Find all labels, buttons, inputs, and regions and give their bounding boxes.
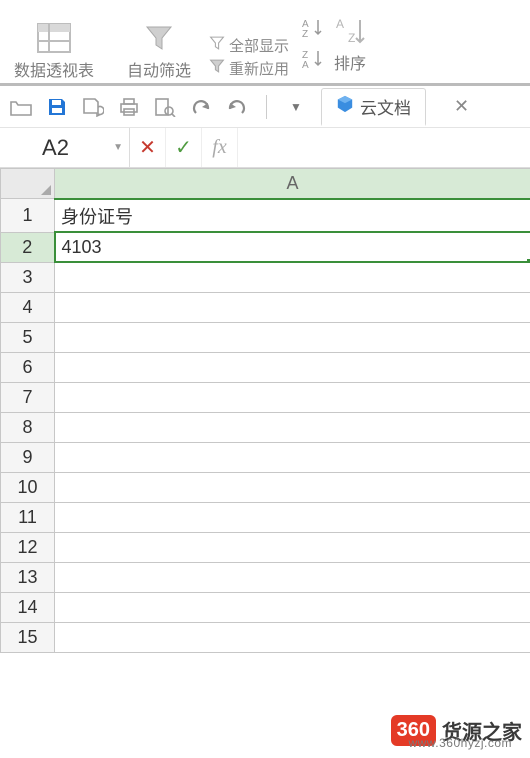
formula-input[interactable] bbox=[238, 128, 530, 167]
fx-label: fx bbox=[212, 136, 226, 159]
row-header[interactable]: 12 bbox=[1, 532, 55, 562]
cell[interactable] bbox=[55, 292, 530, 322]
cloud-doc-label: 云文档 bbox=[360, 94, 411, 119]
table-row: 5 bbox=[1, 322, 530, 352]
table-row: 11 bbox=[1, 502, 530, 532]
cell[interactable] bbox=[55, 502, 530, 532]
pivot-table-label: 数据透视表 bbox=[14, 57, 94, 81]
sort-icon: AZ bbox=[335, 16, 365, 46]
insert-function-button[interactable]: fx bbox=[202, 128, 238, 167]
formula-cancel-button[interactable]: ✕ bbox=[130, 128, 166, 167]
cell[interactable] bbox=[55, 472, 530, 502]
table-row: 8 bbox=[1, 412, 530, 442]
select-all-corner[interactable] bbox=[1, 169, 55, 199]
table-row: 2 4103 bbox=[1, 232, 530, 262]
cell[interactable] bbox=[55, 562, 530, 592]
cell[interactable] bbox=[55, 442, 530, 472]
show-all-label: 全部显示 bbox=[229, 35, 289, 56]
formula-bar-row: A2 ▼ ✕ ✓ fx bbox=[0, 128, 530, 168]
chevron-down-icon[interactable]: ▼ bbox=[113, 142, 123, 153]
row-header[interactable]: 4 bbox=[1, 292, 55, 322]
cell[interactable] bbox=[55, 322, 530, 352]
row-header[interactable]: 6 bbox=[1, 352, 55, 382]
cell[interactable] bbox=[55, 532, 530, 562]
row-header[interactable]: 2 bbox=[1, 232, 55, 262]
pivot-table-icon bbox=[37, 23, 71, 53]
row-header[interactable]: 9 bbox=[1, 442, 55, 472]
column-header-A[interactable]: A bbox=[55, 169, 530, 199]
sort-asc-button[interactable]: AZ bbox=[302, 17, 324, 42]
funnel-refresh-icon bbox=[209, 58, 225, 79]
cloud-doc-tab[interactable]: 云文档 bbox=[321, 88, 426, 126]
table-row: 1 身份证号 bbox=[1, 199, 530, 233]
spreadsheet-grid[interactable]: A 1 身份证号 2 4103 3 4 5 6 7 8 9 10 11 12 1… bbox=[0, 168, 530, 653]
table-row: 7 bbox=[1, 382, 530, 412]
row-header[interactable]: 7 bbox=[1, 382, 55, 412]
cell[interactable] bbox=[55, 262, 530, 292]
row-header[interactable]: 3 bbox=[1, 262, 55, 292]
redo-icon[interactable] bbox=[226, 96, 248, 118]
reapply-label: 重新应用 bbox=[229, 58, 289, 79]
table-row: 15 bbox=[1, 622, 530, 652]
print-icon[interactable] bbox=[118, 96, 140, 118]
row-header[interactable]: 8 bbox=[1, 412, 55, 442]
watermark: 360 货源之家 www.360hyzj.com bbox=[391, 715, 522, 746]
cell[interactable] bbox=[55, 592, 530, 622]
cell[interactable] bbox=[55, 412, 530, 442]
reapply-button[interactable]: 重新应用 bbox=[209, 58, 289, 79]
cell[interactable] bbox=[55, 622, 530, 652]
row-header[interactable]: 14 bbox=[1, 592, 55, 622]
formula-confirm-button[interactable]: ✓ bbox=[166, 128, 202, 167]
cloud-cube-icon bbox=[336, 95, 354, 118]
cell-A2[interactable]: 4103 bbox=[55, 232, 530, 262]
tab-close-button[interactable]: ✕ bbox=[454, 96, 469, 117]
cell[interactable] bbox=[55, 352, 530, 382]
row-header[interactable]: 1 bbox=[1, 199, 55, 233]
save-icon[interactable] bbox=[46, 96, 68, 118]
cell-A1[interactable]: 身份证号 bbox=[55, 199, 530, 233]
table-row: 3 bbox=[1, 262, 530, 292]
svg-text:A: A bbox=[336, 17, 344, 31]
print-preview-icon[interactable] bbox=[154, 96, 176, 118]
name-box-value: A2 bbox=[42, 135, 69, 161]
auto-filter-button[interactable]: 自动筛选 bbox=[113, 23, 205, 83]
watermark-sub: www.360hyzj.com bbox=[408, 736, 512, 750]
open-folder-icon[interactable] bbox=[10, 96, 32, 118]
table-row: 6 bbox=[1, 352, 530, 382]
auto-filter-label: 自动筛选 bbox=[127, 57, 191, 81]
ribbon-toolbar: 数据透视表 自动筛选 全部显示 重新应用 bbox=[0, 0, 530, 86]
save-as-icon[interactable] bbox=[82, 96, 104, 118]
row-header[interactable]: 13 bbox=[1, 562, 55, 592]
table-row: 10 bbox=[1, 472, 530, 502]
row-header[interactable]: 10 bbox=[1, 472, 55, 502]
svg-text:Z: Z bbox=[348, 31, 355, 45]
row-header[interactable]: 5 bbox=[1, 322, 55, 352]
name-box[interactable]: A2 ▼ bbox=[0, 128, 130, 167]
svg-text:Z: Z bbox=[302, 29, 308, 37]
sort-label: 排序 bbox=[334, 50, 366, 74]
pivot-table-button[interactable]: 数据透视表 bbox=[0, 6, 108, 83]
funnel-clear-icon bbox=[209, 35, 225, 56]
funnel-icon bbox=[144, 23, 174, 53]
sort-button[interactable]: AZ 排序 bbox=[330, 16, 370, 74]
row-header[interactable]: 11 bbox=[1, 502, 55, 532]
table-row: 14 bbox=[1, 592, 530, 622]
qat-more-dropdown[interactable]: ▼ bbox=[285, 96, 307, 118]
table-row: 13 bbox=[1, 562, 530, 592]
table-row: 9 bbox=[1, 442, 530, 472]
sort-desc-button[interactable]: ZA bbox=[302, 48, 324, 73]
cell[interactable] bbox=[55, 382, 530, 412]
undo-icon[interactable] bbox=[190, 96, 212, 118]
row-header[interactable]: 15 bbox=[1, 622, 55, 652]
table-row: 4 bbox=[1, 292, 530, 322]
table-row: 12 bbox=[1, 532, 530, 562]
quick-access-toolbar: ▼ 云文档 ✕ bbox=[0, 86, 530, 128]
show-all-button[interactable]: 全部显示 bbox=[209, 35, 289, 56]
svg-text:A: A bbox=[302, 60, 309, 68]
